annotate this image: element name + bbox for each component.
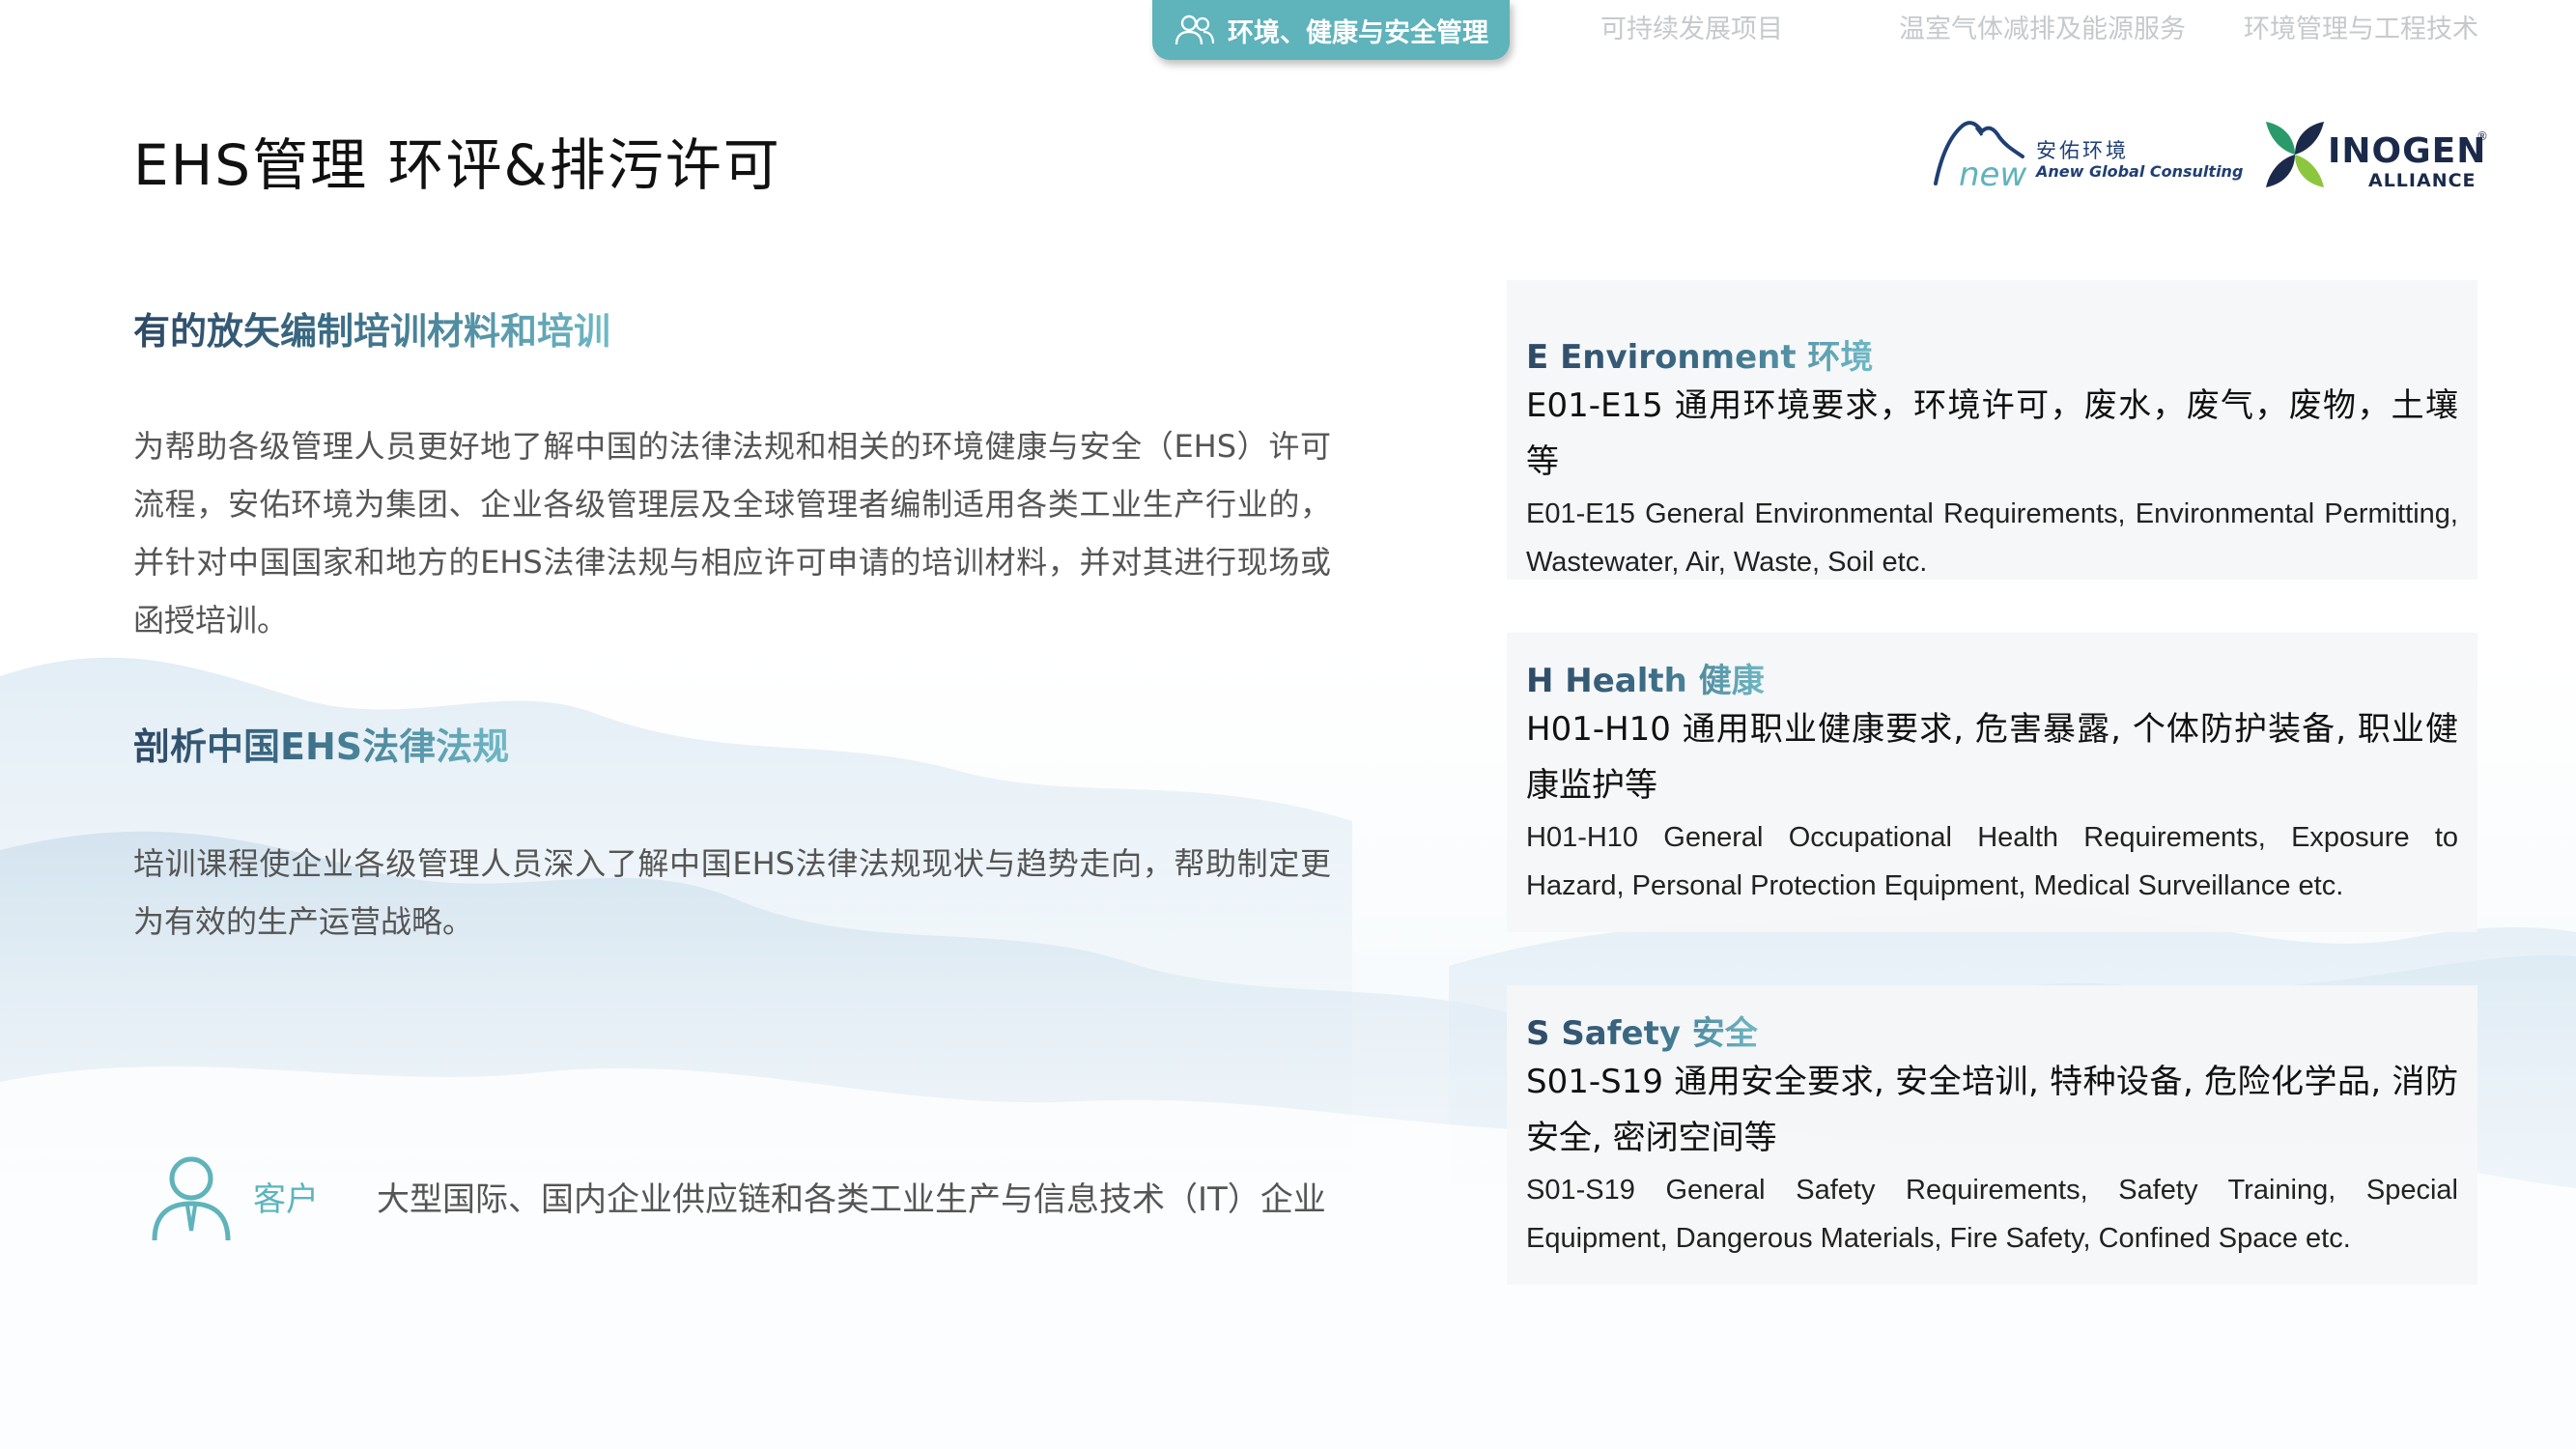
card-title: H Health 健康 <box>1526 654 1765 701</box>
card-cn-text: H01-H10 通用职业健康要求, 危害暴露, 个体防护装备, 职业健康监护等 <box>1526 710 2458 805</box>
inogen-logo-sub: ALLIANCE <box>2368 170 2477 191</box>
client-row: 客户 大型国际、国内企业供应链和各类工业生产与信息技术（IT）企业 <box>145 1150 1362 1246</box>
card-cn-text: E01-E15 通用环境要求，环境许可，废水，废气，废物，土壤等 <box>1526 386 2458 481</box>
mountain-logo-icon: new <box>1934 121 2026 193</box>
nav-tab-ehs-management[interactable]: 环境、健康与安全管理 <box>1152 0 1510 60</box>
nav-tab-ghg-energy[interactable]: 温室气体减排及能源服务 <box>1899 8 2186 45</box>
leaf-x-logo-icon <box>2266 122 2324 187</box>
card-title: E Environment 环境 <box>1526 330 1873 378</box>
top-navigation: 环境、健康与安全管理 可持续发展项目 温室气体减排及能源服务 环境管理与工程技术 <box>0 0 2576 68</box>
people-icon <box>1175 14 1215 45</box>
card-title: S Safety 安全 <box>1526 1007 1758 1054</box>
card-cn-text: S01-S19 通用安全要求, 安全培训, 特种设备, 危险化学品, 消防安全,… <box>1526 1063 2458 1157</box>
anew-logo-mark: new <box>1959 156 2026 193</box>
client-label: 客户 <box>253 1180 319 1219</box>
section-heading-training: 有的放矢编制培训材料和培训 <box>133 301 610 355</box>
card-en-text: E01-E15 General Environmental Requiremen… <box>1526 498 2458 578</box>
nav-tab-label: 环境、健康与安全管理 <box>1228 17 1488 48</box>
page-title: EHS管理 环评&排污许可 <box>133 132 781 198</box>
client-text: 大型国际、国内企业供应链和各类工业生产与信息技术（IT）企业 <box>377 1180 1326 1219</box>
nav-tab-env-engineering[interactable]: 环境管理与工程技术 <box>2244 8 2478 45</box>
inogen-logo-name: INOGEN <box>2328 131 2487 171</box>
inogen-registered-mark: ® <box>2477 129 2488 143</box>
card-environment: E Environment 环境 E01-E15 通用环境要求，环境许可，废水，… <box>1507 280 2477 580</box>
card-health: H Health 健康 H01-H10 通用职业健康要求, 危害暴露, 个体防护… <box>1507 633 2477 932</box>
section-heading-regulations: 剖析中国EHS法律法规 <box>133 717 509 770</box>
nav-tab-sustainability[interactable]: 可持续发展项目 <box>1600 8 1783 45</box>
card-en-text: H01-H10 General Occupational Health Requ… <box>1526 822 2458 901</box>
card-en-text: S01-S19 General Safety Requirements, Saf… <box>1526 1175 2458 1254</box>
section-body-regulations: 培训课程使企业各级管理人员深入了解中国EHS法律法规现状与趋势走向，帮助制定更为… <box>133 845 1331 940</box>
card-safety: S Safety 安全 S01-S19 通用安全要求, 安全培训, 特种设备, … <box>1507 985 2477 1285</box>
anew-logo: new 安佑环境 Anew Global Consulting <box>1932 116 2243 193</box>
anew-logo-cn: 安佑环境 <box>2036 139 2129 162</box>
anew-logo-en: Anew Global Consulting <box>2036 162 2244 181</box>
inogen-logo: INOGEN ® ALLIANCE <box>2260 118 2488 195</box>
person-icon <box>152 1156 231 1241</box>
section-body-training: 为帮助各级管理人员更好地了解中国的法律法规和相关的环境健康与安全（EHS）许可流… <box>133 428 1331 639</box>
